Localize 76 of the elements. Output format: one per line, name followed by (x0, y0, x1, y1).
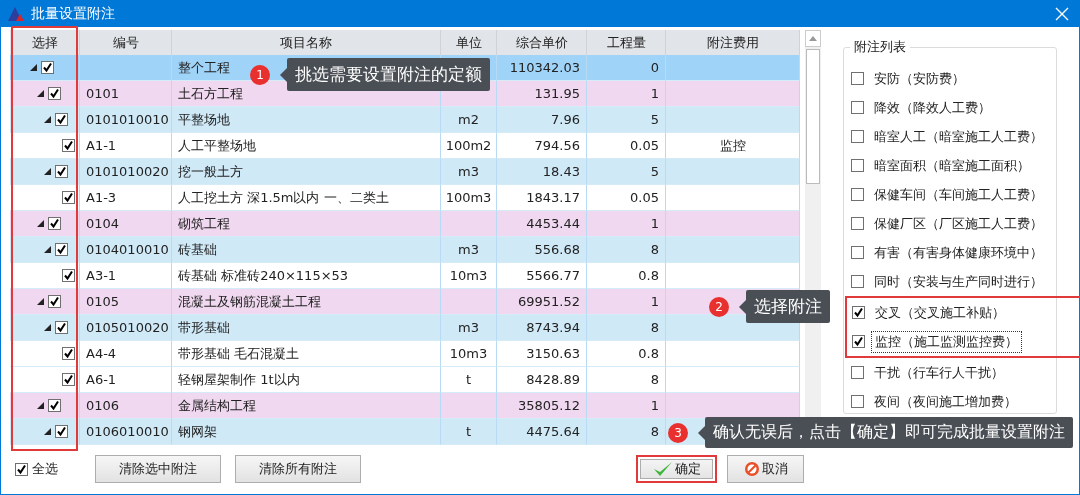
expanded-triangle-icon[interactable] (37, 220, 44, 227)
note-label[interactable]: 同时（安装与生产同时进行） (870, 270, 1047, 293)
checkbox[interactable] (55, 321, 68, 334)
checkbox[interactable] (852, 306, 865, 319)
checkbox[interactable] (851, 159, 864, 172)
checkbox[interactable] (55, 113, 68, 126)
expanded-triangle-icon[interactable] (44, 116, 51, 123)
checkbox[interactable] (62, 191, 75, 204)
checkbox[interactable] (851, 188, 864, 201)
checkbox[interactable] (55, 243, 68, 256)
table-cell: 4475.64 (497, 419, 587, 445)
note-label[interactable]: 暗室面积（暗室施工面积） (870, 154, 1034, 177)
table-cell: 钢网架 (172, 419, 441, 445)
checkbox[interactable] (62, 347, 75, 360)
checkbox[interactable] (62, 269, 75, 282)
close-button[interactable] (1055, 6, 1069, 21)
expanded-triangle-icon[interactable] (37, 298, 44, 305)
pointer-arrow-icon (280, 67, 287, 82)
checkbox[interactable] (851, 246, 864, 259)
expanded-triangle-icon[interactable] (44, 246, 51, 253)
note-label[interactable]: 有害（有害身体健康环境中） (870, 241, 1047, 264)
expanded-triangle-icon[interactable] (37, 402, 44, 409)
note-label[interactable]: 夜间（夜间施工增加费） (870, 390, 1021, 413)
checkbox[interactable] (48, 87, 61, 100)
expanded-triangle-icon[interactable] (30, 64, 37, 71)
callout-tooltip: 确认无误后，点击【确定】即可完成批量设置附注 (698, 417, 1073, 448)
prohibited-icon (743, 461, 760, 477)
checkbox[interactable] (15, 462, 28, 476)
checkbox[interactable] (55, 165, 68, 178)
checkbox[interactable] (62, 139, 75, 152)
expanded-triangle-icon[interactable] (44, 168, 51, 175)
checkbox[interactable] (48, 217, 61, 230)
clear-button[interactable]: 清除选中附注 (95, 455, 221, 483)
note-label[interactable]: 保健车间（车间施工人工费） (870, 183, 1047, 206)
note-label[interactable]: 降效（降效人工费） (870, 96, 995, 119)
clear-button[interactable]: 清除所有附注 (235, 455, 361, 483)
checkbox[interactable] (852, 335, 865, 348)
note-label[interactable]: 安防（安防费） (870, 67, 969, 90)
checkbox[interactable] (48, 399, 61, 412)
callout-tooltip: 选择附注 (739, 290, 830, 323)
ok-button[interactable]: 确定 (636, 455, 717, 483)
checkbox[interactable] (41, 61, 54, 74)
checkbox[interactable] (851, 101, 864, 114)
checkbox[interactable] (851, 366, 864, 379)
checkbox[interactable] (48, 295, 61, 308)
check-icon (652, 461, 673, 477)
checkbox[interactable] (851, 72, 864, 85)
note-label[interactable]: 暗室人工（暗室施工人工费） (870, 125, 1047, 148)
checkbox[interactable] (55, 425, 68, 438)
note-label[interactable]: 干扰（行车行人干扰） (870, 361, 1008, 384)
table-cell: 0106010010 (80, 419, 172, 445)
checkbox[interactable] (851, 130, 864, 143)
checkbox[interactable] (851, 275, 864, 288)
note-label[interactable]: 保健厂区（厂区施工人工费） (870, 212, 1047, 235)
app-logo-icon (7, 5, 25, 22)
expanded-triangle-icon[interactable] (44, 428, 51, 435)
cancel-button[interactable]: 取消 (727, 455, 804, 483)
scroll-up-button[interactable] (805, 30, 821, 47)
table-cell: t (441, 419, 497, 445)
pointer-arrow-icon (739, 299, 746, 314)
checkbox[interactable] (851, 217, 864, 230)
select-all-label[interactable]: 全选 (32, 460, 58, 478)
checkbox[interactable] (851, 395, 864, 408)
expanded-triangle-icon[interactable] (44, 324, 51, 331)
up-arrow-icon (809, 36, 817, 41)
note-label[interactable]: 交叉（交叉施工补贴） (871, 301, 1009, 324)
note-label[interactable]: 监控（施工监测监控费） (871, 330, 1022, 353)
group-title: 附注列表 (853, 38, 907, 56)
close-icon (1055, 6, 1069, 21)
expanded-triangle-icon[interactable] (37, 90, 44, 97)
window-title: 批量设置附注 (31, 4, 116, 23)
callout-tooltip: 挑选需要设置附注的定额 (280, 58, 490, 91)
table-cell: 8 (587, 419, 666, 445)
pointer-arrow-icon (698, 425, 705, 440)
scrollbar-thumb[interactable] (806, 49, 820, 184)
checkbox[interactable] (62, 373, 75, 386)
